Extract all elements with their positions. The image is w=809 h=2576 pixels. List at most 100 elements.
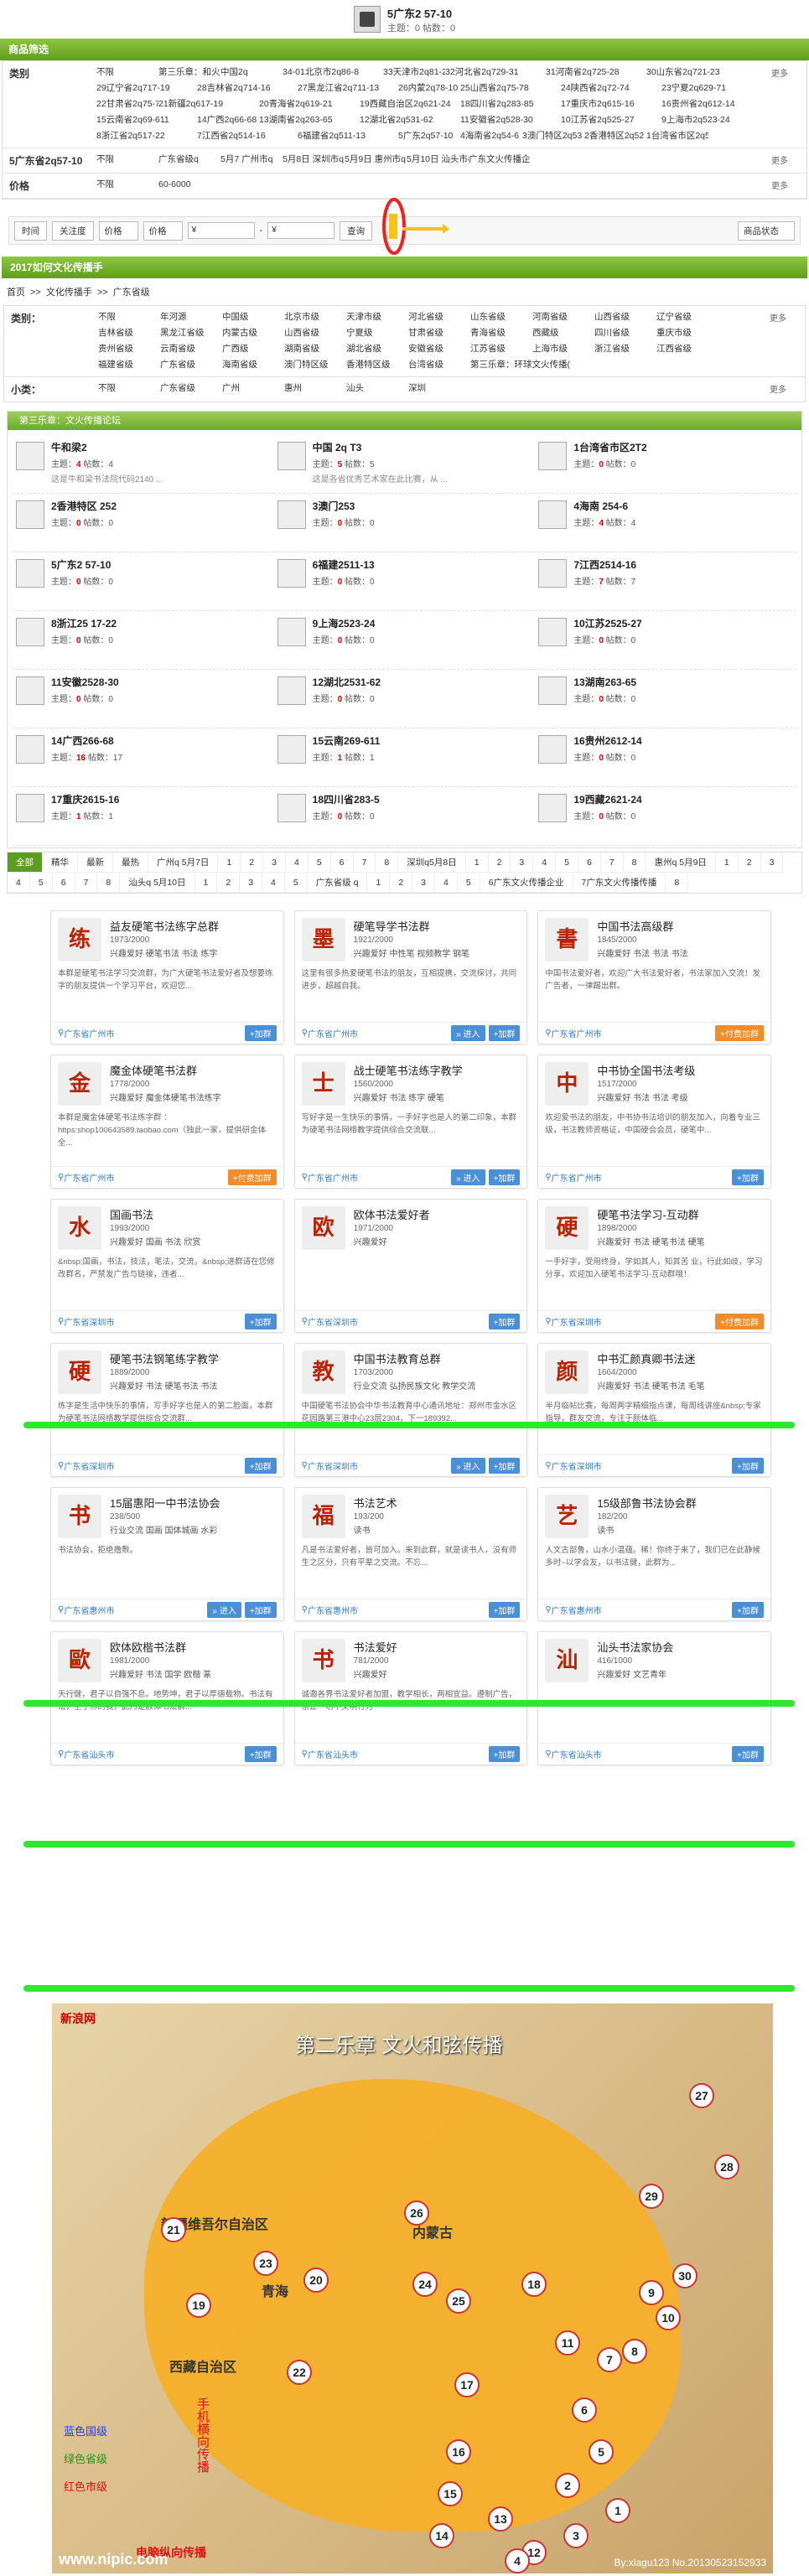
group-join-button[interactable]: +加群 xyxy=(488,1169,521,1185)
filter-option[interactable]: 31河南省2q725-28 xyxy=(546,65,646,80)
status-select[interactable]: 商品状态 xyxy=(738,220,795,241)
pager-item[interactable]: 5 xyxy=(556,853,578,873)
sort-price-up-select[interactable]: 价格 xyxy=(98,220,138,241)
forum-item[interactable]: 4海南 254-6 主题：4 帖数：4 xyxy=(535,494,796,552)
forum-item[interactable]: 中国 2q T3 主题：5 帖数：5 这是各省优秀艺术家在此比赛，从 ... xyxy=(273,435,536,494)
cat2-option[interactable]: 江苏省级 xyxy=(470,341,532,357)
forum-name[interactable]: 11安徽2528-30 xyxy=(51,675,119,689)
pager-item[interactable]: 广东省级 q xyxy=(307,873,368,893)
filter-option[interactable]: 20青海省2q619-21 xyxy=(259,96,360,112)
pager-item[interactable]: 6 xyxy=(330,853,354,873)
forum-item[interactable]: 3澳门253 主题：0 帖数：0 xyxy=(273,494,536,552)
pager-item[interactable]: 精华 xyxy=(43,853,78,873)
pager-item[interactable]: 1 xyxy=(194,873,218,893)
pager-item[interactable]: 4 xyxy=(285,853,309,873)
filter-more-button[interactable]: 更多 xyxy=(768,174,806,198)
group-avatar[interactable]: 练 xyxy=(58,918,101,961)
pager-item[interactable]: 5 xyxy=(457,873,480,893)
group-enter-button[interactable]: » 进入 xyxy=(451,1025,485,1041)
pager-item[interactable]: 8 xyxy=(97,873,121,893)
group-name[interactable]: 中书协全国书法考级 xyxy=(597,1062,764,1078)
cat2-sub-more-button[interactable]: 更多 xyxy=(766,377,805,402)
pager-item[interactable]: 汕头q 5月10日 xyxy=(120,873,195,893)
group-name[interactable]: 国画书法 xyxy=(110,1206,277,1222)
group-name[interactable]: 中国书法高级群 xyxy=(597,918,764,934)
filter-option[interactable]: 12湖北省2q531-62 xyxy=(360,112,460,128)
pager-item[interactable]: 3 xyxy=(263,853,286,873)
forum-item[interactable]: 7江西2514-16 主题：7 帖数：7 xyxy=(535,552,796,611)
cat2-option[interactable]: 黑龙江省级 xyxy=(160,325,222,341)
pager-item[interactable]: 6广东文火传播企业 xyxy=(480,873,573,893)
cat2-option[interactable]: 上海市级 xyxy=(532,341,594,357)
group-enter-button[interactable]: » 进入 xyxy=(451,1169,485,1185)
cat2-option[interactable]: 不限 xyxy=(98,309,160,325)
sort-price-down-select[interactable]: 价格 xyxy=(143,220,183,241)
group-name[interactable]: 15届惠阳一中书法协会 xyxy=(110,1495,277,1511)
filter-option[interactable]: 6福建省2q511-13 xyxy=(298,128,398,144)
cat2-more-button[interactable]: 更多 xyxy=(766,306,805,376)
forum-name[interactable]: 14广西266-68 xyxy=(51,733,122,748)
forum-item[interactable]: 1台湾省市区2T2 主题：0 帖数：0 xyxy=(535,435,796,494)
group-avatar[interactable]: 汕 xyxy=(545,1639,589,1682)
forum-item[interactable]: 12湖北2531-62 主题：0 帖数：0 xyxy=(273,670,536,728)
pager-item[interactable]: 8 xyxy=(623,853,646,873)
filter-option[interactable]: 11安徽省2q528-30 xyxy=(460,112,561,128)
forum-name[interactable]: 4海南 254-6 xyxy=(573,499,635,513)
filter-option[interactable]: 5月8日 深圳市q xyxy=(283,152,345,168)
forum-name[interactable]: 8浙江25 17-22 xyxy=(51,616,117,630)
filter-option[interactable]: 不限 xyxy=(96,65,158,80)
pager-item[interactable]: 4 xyxy=(533,853,557,873)
group-name[interactable]: 硬笔书法学习-互动群 xyxy=(597,1206,764,1222)
group-join-button[interactable]: +加群 xyxy=(244,1602,277,1618)
cat2-sub-option[interactable]: 不限 xyxy=(98,381,160,397)
group-enter-button[interactable]: » 进入 xyxy=(207,1602,241,1618)
pager-item[interactable]: 3 xyxy=(412,873,436,893)
group-join-button[interactable]: +加群 xyxy=(244,1314,277,1329)
forum-name[interactable]: 13湖南263-65 xyxy=(573,675,636,689)
pager-item[interactable]: 7 xyxy=(75,873,98,893)
pager-item[interactable]: 2 xyxy=(390,873,413,893)
filter-option[interactable]: 27黑龙江省2q711-13 xyxy=(298,80,398,96)
group-avatar[interactable]: 硬 xyxy=(545,1206,589,1250)
forum-item[interactable]: 2香港特区 252 主题：0 帖数：0 xyxy=(13,494,274,552)
forum-item[interactable]: 5广东2 57-10 主题：0 帖数：0 xyxy=(13,552,274,611)
cat2-option[interactable]: 安徽省级 xyxy=(408,341,470,357)
filter-option[interactable]: 1台湾省市区2q51 xyxy=(646,128,708,144)
pager-item[interactable]: 惠州q 5月9日 xyxy=(646,853,716,873)
group-join-button[interactable]: +加群 xyxy=(244,1458,277,1474)
cat2-option[interactable]: 贵州省级 xyxy=(98,341,160,357)
cat2-option[interactable]: 山西省级 xyxy=(594,309,656,325)
pager-item[interactable]: 广州q 5月7日 xyxy=(148,853,219,873)
pager-item[interactable]: 6 xyxy=(52,873,75,893)
forum-item[interactable]: 6福建2511-13 主题：0 帖数：0 xyxy=(273,552,536,611)
pager-item[interactable]: 5 xyxy=(284,873,308,893)
filter-option[interactable]: 26内蒙2q78-10 xyxy=(398,80,460,96)
filter-option[interactable]: 23宁夏2q629-71 xyxy=(661,80,762,96)
filter-option[interactable]: 25山西省2q75-78 xyxy=(460,80,561,96)
pager-item[interactable]: 3 xyxy=(760,853,784,873)
filter-option[interactable]: 5月7 广州市q xyxy=(220,152,283,168)
pager-item[interactable]: 1 xyxy=(715,853,739,873)
filter-option[interactable]: 不限 xyxy=(96,152,158,168)
pager-item[interactable]: 4 xyxy=(435,873,458,893)
topic-title[interactable]: 5广东2 57-10 xyxy=(387,5,455,21)
cat2-option[interactable]: 年河源 xyxy=(160,309,222,325)
pager-item[interactable]: 1 xyxy=(367,873,391,893)
forum-name[interactable]: 中国 2q T3 xyxy=(313,440,448,454)
pager-item[interactable]: 7 xyxy=(600,853,624,873)
forum-name[interactable]: 17重庆2615-16 xyxy=(51,792,119,806)
forum-item[interactable]: 14广西266-68 主题：16 帖数：17 xyxy=(13,728,274,787)
group-avatar[interactable]: 颜 xyxy=(545,1350,589,1394)
forum-name[interactable]: 2香港特区 252 xyxy=(51,499,117,513)
forum-name[interactable]: 9上海2523-24 xyxy=(313,616,376,630)
group-avatar[interactable]: 中 xyxy=(545,1062,589,1106)
forum-name[interactable]: 牛和梁2 xyxy=(51,440,163,454)
pager-item[interactable]: 7 xyxy=(353,853,376,873)
group-join-button[interactable]: +加群 xyxy=(488,1025,521,1041)
cat2-option[interactable]: 云南省级 xyxy=(160,341,222,357)
group-join-button[interactable]: +加群 xyxy=(488,1602,521,1618)
pager-item[interactable]: 2 xyxy=(488,853,511,873)
filter-option[interactable]: 广东省级q xyxy=(158,152,220,168)
group-avatar[interactable]: 欧 xyxy=(301,1206,345,1250)
cat2-option[interactable]: 广西级 xyxy=(222,341,284,357)
